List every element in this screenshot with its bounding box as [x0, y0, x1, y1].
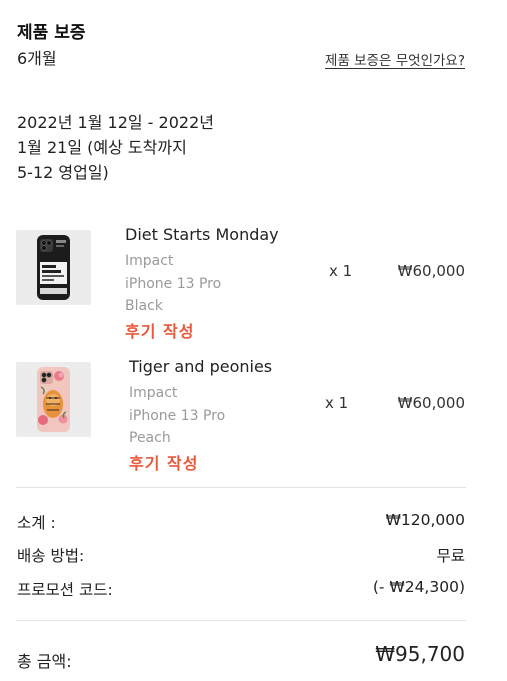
product-quantity: x 1	[325, 394, 349, 412]
total-label: 총 금액:	[17, 652, 72, 671]
delivery-line-2: 1월 21일 (예상 도착까지	[17, 138, 187, 157]
delivery-line-1: 2022년 1월 12일 - 2022년	[17, 113, 214, 132]
product-type: Impact	[129, 385, 178, 401]
cart-item: Tiger and peonies Impact iPhone 13 Pro P…	[0, 354, 507, 479]
delivery-line-3: 5-12 영업일)	[17, 163, 109, 182]
promo-code-value: (- ₩24,300)	[372, 578, 465, 596]
product-name[interactable]: Tiger and peonies	[129, 357, 272, 376]
warranty-value: 6개월	[17, 49, 57, 68]
phone-case-peach-image	[16, 362, 91, 437]
subtotal-label: 소계 :	[17, 514, 56, 532]
promo-code-label: 프로모션 코드:	[17, 581, 113, 599]
product-price: ₩60,000	[397, 262, 465, 280]
product-quantity: x 1	[329, 262, 353, 280]
warranty-title: 제품 보증	[17, 23, 86, 43]
shipping-value: 무료	[436, 547, 465, 565]
divider	[16, 620, 466, 621]
product-color: Black	[125, 298, 163, 314]
warranty-info-link[interactable]: 제품 보증은 무엇인가요?	[325, 49, 465, 69]
divider	[16, 487, 466, 488]
product-color: Peach	[129, 430, 171, 446]
write-review-link[interactable]: 후기 작성	[125, 318, 194, 342]
product-thumbnail[interactable]	[16, 362, 91, 437]
phone-case-black-image	[16, 230, 91, 305]
product-thumbnail[interactable]	[16, 230, 91, 305]
cart-item: Diet Starts Monday Impact iPhone 13 Pro …	[0, 222, 507, 347]
shipping-label: 배송 방법:	[17, 547, 85, 565]
product-type: Impact	[125, 253, 174, 269]
delivery-estimate: 2022년 1월 12일 - 2022년 1월 21일 (예상 도착까지 5-1…	[17, 110, 257, 185]
write-review-link[interactable]: 후기 작성	[129, 450, 198, 474]
product-price: ₩60,000	[397, 394, 465, 412]
product-model: iPhone 13 Pro	[129, 408, 226, 424]
product-name[interactable]: Diet Starts Monday	[125, 225, 279, 244]
total-value: ₩95,700	[375, 642, 465, 666]
product-model: iPhone 13 Pro	[125, 276, 222, 292]
subtotal-value: ₩120,000	[385, 511, 465, 529]
